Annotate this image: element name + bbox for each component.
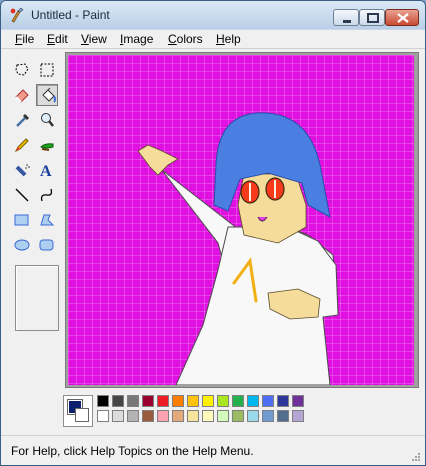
palette-swatch[interactable] xyxy=(127,395,139,407)
palette-swatch[interactable] xyxy=(262,395,274,407)
palette-swatch[interactable] xyxy=(232,395,244,407)
menu-view-label: iew xyxy=(88,32,107,46)
rect-select-icon xyxy=(40,63,54,77)
magnifier-icon xyxy=(41,113,54,127)
minimize-button[interactable] xyxy=(333,9,359,26)
palette-swatch[interactable] xyxy=(277,410,289,422)
menu-file-label: ile xyxy=(22,32,35,46)
polygon-tool[interactable] xyxy=(36,209,58,231)
fill-with-color-tool[interactable] xyxy=(36,84,58,106)
select-tool[interactable] xyxy=(36,59,58,81)
rounded-rectangle-tool[interactable] xyxy=(36,234,58,256)
palette-swatch[interactable] xyxy=(202,395,214,407)
menu-help-mnemonic: H xyxy=(216,32,225,46)
paint-bucket-icon xyxy=(42,87,56,103)
palette-swatch[interactable] xyxy=(217,395,229,407)
close-button[interactable] xyxy=(385,9,419,26)
palette-swatch[interactable] xyxy=(142,395,154,407)
menu-bar: File Edit View Image Colors Help xyxy=(1,30,425,49)
menu-edit-mnemonic: E xyxy=(47,32,56,46)
menu-edit[interactable]: Edit xyxy=(47,32,68,46)
free-form-select-tool[interactable] xyxy=(11,59,33,81)
svg-text:A: A xyxy=(40,163,52,180)
canvas-area xyxy=(65,52,419,388)
line-tool[interactable] xyxy=(11,184,33,206)
color-palette xyxy=(63,391,403,431)
current-colors[interactable] xyxy=(63,395,93,427)
maximize-icon xyxy=(367,13,379,23)
maximize-button[interactable] xyxy=(359,9,385,26)
paint-window: Untitled - Paint File Edit View Image Co… xyxy=(0,0,426,466)
window-title: Untitled - Paint xyxy=(31,8,110,22)
curve-tool[interactable] xyxy=(36,184,58,206)
menu-file[interactable]: File xyxy=(15,32,34,46)
text-icon: A xyxy=(40,163,52,180)
title-bar[interactable]: Untitled - Paint xyxy=(1,1,425,29)
menu-help-label: elp xyxy=(224,32,241,46)
polygon-icon xyxy=(40,214,55,226)
palette-swatch[interactable] xyxy=(262,410,274,422)
palette-swatch[interactable] xyxy=(97,410,109,422)
airbrush-icon xyxy=(15,164,30,177)
rectangle-icon xyxy=(14,214,29,226)
background-color[interactable] xyxy=(75,408,89,422)
menu-view[interactable]: View xyxy=(81,32,107,46)
paint-app-icon xyxy=(10,7,24,23)
menu-colors[interactable]: Colors xyxy=(168,32,203,46)
resize-grip-icon[interactable] xyxy=(411,452,421,462)
palette-swatch[interactable] xyxy=(187,410,199,422)
palette-swatch[interactable] xyxy=(97,395,109,407)
palette-swatch[interactable] xyxy=(202,410,214,422)
magnifier-tool[interactable] xyxy=(36,109,58,131)
menu-help[interactable]: Help xyxy=(216,32,241,46)
menu-colors-label: olors xyxy=(176,32,203,46)
ellipse-icon xyxy=(14,239,30,251)
line-icon xyxy=(15,188,29,202)
palette-swatch[interactable] xyxy=(112,395,124,407)
text-tool[interactable]: A xyxy=(36,159,58,181)
palette-swatch[interactable] xyxy=(247,410,259,422)
eyedropper-icon xyxy=(16,113,30,127)
status-text: For Help, click Help Topics on the Help … xyxy=(11,444,254,458)
palette-swatch[interactable] xyxy=(187,395,199,407)
client-area: A xyxy=(1,49,425,435)
status-bar: For Help, click Help Topics on the Help … xyxy=(1,435,425,465)
rectangle-tool[interactable] xyxy=(11,209,33,231)
menu-edit-label: dit xyxy=(55,32,68,46)
curve-icon xyxy=(40,188,53,202)
rounded-rectangle-icon xyxy=(39,239,54,251)
palette-swatch[interactable] xyxy=(172,395,184,407)
palette-swatch[interactable] xyxy=(217,410,229,422)
palette-swatch[interactable] xyxy=(292,410,304,422)
close-icon xyxy=(397,13,409,23)
tool-options-box[interactable] xyxy=(15,265,59,331)
free-form-select-icon xyxy=(15,63,29,76)
palette-swatch[interactable] xyxy=(292,395,304,407)
palette-swatch[interactable] xyxy=(142,410,154,422)
pencil-tool[interactable] xyxy=(11,134,33,156)
menu-image[interactable]: Image xyxy=(120,32,153,46)
palette-swatch[interactable] xyxy=(172,410,184,422)
palette-swatch[interactable] xyxy=(247,395,259,407)
airbrush-tool[interactable] xyxy=(11,159,33,181)
menu-colors-mnemonic: C xyxy=(168,32,177,46)
palette-swatch[interactable] xyxy=(232,410,244,422)
pencil-icon xyxy=(14,138,29,153)
minimize-icon xyxy=(343,20,351,23)
brush-tool[interactable] xyxy=(36,134,58,156)
menu-image-label: mage xyxy=(123,32,154,46)
palette-swatch[interactable] xyxy=(112,410,124,422)
palette-swatch[interactable] xyxy=(157,410,169,422)
brush-icon xyxy=(40,143,54,151)
ellipse-tool[interactable] xyxy=(11,234,33,256)
menu-view-mnemonic: V xyxy=(81,32,89,46)
eraser-icon xyxy=(15,89,29,103)
palette-swatch[interactable] xyxy=(277,395,289,407)
drawing-canvas[interactable] xyxy=(68,55,414,385)
toolbox: A xyxy=(9,54,63,384)
palette-swatch[interactable] xyxy=(127,410,139,422)
eraser-tool[interactable] xyxy=(11,84,33,106)
pick-color-tool[interactable] xyxy=(11,109,33,131)
palette-swatch[interactable] xyxy=(157,395,169,407)
